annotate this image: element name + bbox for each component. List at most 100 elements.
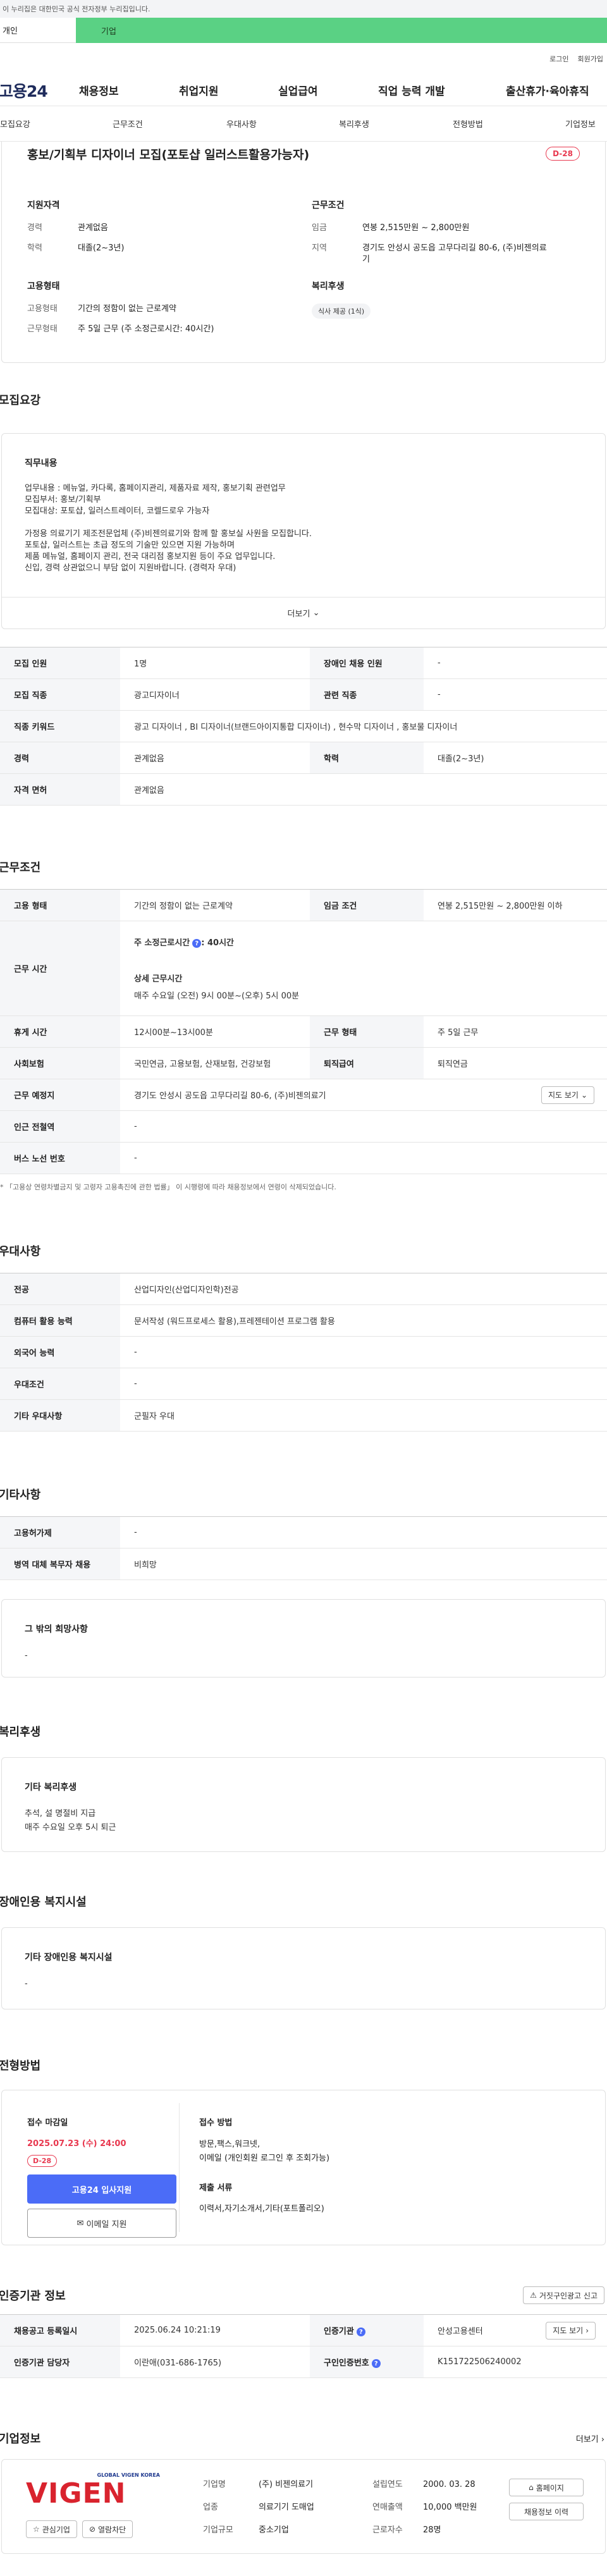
table-row: 병역 대체 복무자 채용 비희망 <box>0 1548 607 1580</box>
company-card: GLOBAL VIGEN KOREA VIGEN ☆ 관심기업 ⊘ 열람차단 기업명… <box>1 2459 606 2554</box>
condition-title: 근무조건 <box>312 200 345 211</box>
tab-recruit[interactable]: 모집요강 <box>0 118 30 130</box>
site-tab-personal[interactable]: 개인 <box>0 18 76 43</box>
table-cell: 군필자 우대 <box>120 1399 607 1432</box>
career-value: 관계없음 <box>78 223 108 233</box>
table-header-cell: 퇴직급여 <box>310 1047 424 1079</box>
cert-map-button[interactable]: 지도 보기 › <box>546 2321 596 2340</box>
docs-title: 제출 서류 <box>199 2183 233 2193</box>
like-company-button[interactable]: ☆ 관심기업 <box>26 2520 77 2538</box>
process-section-title: 전형방법 <box>0 2059 41 2073</box>
gnb-item-employment-support[interactable]: 취업지원 <box>179 82 219 98</box>
job-summary-card: 홍보/기획부 디자이너 모집(포토샵 일러스트활용가능자) D-28 지원자격 … <box>1 142 606 363</box>
table-header-cell: 컴퓨터 활용 능력 <box>0 1304 120 1337</box>
recruit-table: 모집 인원 1명 장애인 채용 인원 - 모집 직종 광고디자이너 관련 직종 … <box>0 647 607 806</box>
table-row: 직종 키워드 광고 디자이너 , BI 디자이너(브랜드아이지통합 디자이너) … <box>0 710 607 742</box>
table-header-cell: 기타 우대사항 <box>0 1399 120 1432</box>
email-apply-button[interactable]: ✉ 이메일 지원 <box>27 2209 176 2238</box>
tab-conditions[interactable]: 근무조건 <box>113 118 143 130</box>
table-cell: 대졸(2~3년) <box>424 742 607 774</box>
tab-company[interactable]: 기업정보 <box>565 118 596 130</box>
welfare-chip: 식사 제공 (1식) <box>312 304 371 319</box>
disabled-value: - <box>25 1979 28 1989</box>
info-icon[interactable]: ? <box>371 2359 381 2369</box>
desc-line <box>25 517 582 529</box>
career-label: 경력 <box>27 223 42 233</box>
report-button[interactable]: ⚠ 거짓구인광고 신고 <box>523 2286 604 2304</box>
wage-value: 연봉 2,515만원 ~ 2,800만원 <box>362 223 470 233</box>
detail-hours-value: 매주 수요일 (오전) 9시 00분~(오후) 5시 00분 <box>134 991 300 1002</box>
disabled-title: 기타 장애인용 복지시설 <box>25 1953 113 1963</box>
map-button[interactable]: 지도 보기 ⌄ <box>541 1086 594 1104</box>
table-cell: - <box>424 678 607 711</box>
gnb-item-jobs[interactable]: 채용정보 <box>79 82 119 98</box>
education-label: 학력 <box>27 243 42 254</box>
disabled-card: 기타 장애인용 복지시설 - <box>1 1927 606 2009</box>
area-value: 경기도 안성시 공도읍 고무다리길 80-6, (주)비젠의료 기 <box>362 243 547 265</box>
method-title: 접수 방법 <box>199 2118 233 2128</box>
block-company-button[interactable]: ⊘ 열람차단 <box>82 2520 133 2538</box>
job-history-button[interactable]: 채용정보 이력 <box>509 2503 584 2520</box>
tab-process[interactable]: 전형방법 <box>453 118 483 130</box>
login-link[interactable]: 로그인 <box>549 54 568 64</box>
info-icon[interactable]: ? <box>192 939 202 948</box>
table-cell: 비희망 <box>120 1548 607 1580</box>
table-header-cell: 인증기관? <box>310 2314 424 2346</box>
gnb-item-unemployment-benefit[interactable]: 실업급여 <box>278 82 318 98</box>
homepage-button[interactable]: ⌂ 홈페이지 <box>509 2479 584 2496</box>
table-cell: 문서작성 (워드프로세스 활용),프레젠테이션 프로그램 활용 <box>120 1304 607 1337</box>
table-cell: 관계없음 <box>120 773 607 806</box>
mail-icon: ✉ <box>77 2218 84 2228</box>
table-header-cell: 경력 <box>0 742 120 774</box>
table-cell: 광고디자이너 <box>120 678 310 711</box>
employment-title: 고용형태 <box>27 281 60 291</box>
etc-table: 고용허가제 - 병역 대체 복무자 채용 비희망 <box>0 1516 607 1580</box>
other-hope-title: 그 밖의 희망사항 <box>25 1624 88 1635</box>
job-title: 홍보/기획부 디자이너 모집(포토샵 일러스트활용가능자) <box>27 148 310 162</box>
join-link[interactable]: 회원가입 <box>578 54 603 64</box>
gnb-item-parental-leave[interactable]: 출산휴가·육아휴직 <box>506 82 589 98</box>
area-label: 지역 <box>312 243 327 254</box>
info-icon[interactable]: ? <box>356 2328 365 2337</box>
desc-line: 신입, 경력 상관없으니 부담 없이 지원바랍니다. (경력자 우대) <box>25 563 236 573</box>
table-row: 고용허가제 - <box>0 1516 607 1549</box>
table-cell: - <box>120 1142 607 1174</box>
table-cell: 2025.06.24 10:21:19 <box>120 2314 310 2346</box>
more-button[interactable]: 더보기 ⌄ <box>2 597 605 629</box>
detail-hours-label: 상세 근무시간 <box>134 974 183 984</box>
gnb-item-training[interactable]: 직업 능력 개발 <box>378 82 445 98</box>
table-header-cell: 버스 노선 번호 <box>0 1142 120 1174</box>
deadline-group: 접수 마감일 2025.07.23 (수) 24:00 D-28 고용24 입사… <box>27 2116 176 2238</box>
benefit-card: 기타 복리후생 추석, 설 명절비 지급 매주 수요일 오후 5시 퇴근 <box>1 1757 606 1852</box>
apply-button[interactable]: 고용24 입사지원 <box>27 2174 176 2204</box>
table-cell: - <box>424 647 607 679</box>
table-header-cell: 근무 형태 <box>310 1015 424 1048</box>
job-description-card: 직무내용 업무내용 : 메뉴얼, 카다록, 홈페이지관리, 제품자료 제작, 홍… <box>1 433 606 629</box>
table-row: 인근 전철역 - <box>0 1110 607 1143</box>
company-more-link[interactable]: 더보기 › <box>576 2432 604 2444</box>
table-row: 근무 예정지 경기도 안성시 공도읍 고무다리길 80-6, (주)비젠의료기 … <box>0 1079 607 1111</box>
table-cell: 산업디자인(산업디자인학)전공 <box>120 1273 607 1305</box>
table-cell: - <box>120 1368 607 1400</box>
work-place-cell: 경기도 안성시 공도읍 고무다리길 80-6, (주)비젠의료기 지도 보기 ⌄ <box>120 1079 607 1111</box>
table-row: 근무 시간 주 소정근로시간?: 40시간 상세 근무시간 매주 수요일 (오전… <box>0 921 607 1016</box>
table-header-cell: 사회보험 <box>0 1047 120 1079</box>
tab-benefits[interactable]: 복리후생 <box>339 118 369 130</box>
preference-table: 전공 산업디자인(산업디자인학)전공 컴퓨터 활용 능력 문서작성 (워드프로세스 … <box>0 1273 607 1432</box>
utility-bar: 로그인 회원가입 <box>0 43 607 75</box>
site-tab-company[interactable]: 기업 <box>76 18 607 43</box>
etc-section-title: 기타사항 <box>0 1488 41 1502</box>
table-header-cell: 채용공고 등록일시 <box>0 2314 120 2346</box>
report-icon: ⚠ <box>530 2291 537 2300</box>
company-logo: GLOBAL VIGEN KOREA VIGEN <box>26 2472 178 2510</box>
table-cell: 연봉 2,515만원 ~ 2,800만원 이하 <box>424 889 607 921</box>
table-header-cell: 인증기관 담당자 <box>0 2346 120 2378</box>
tab-preference[interactable]: 우대사항 <box>226 118 257 130</box>
table-cell: K151722506240002 <box>424 2346 607 2378</box>
chevron-down-icon: ⌄ <box>580 1090 587 1100</box>
desc-line: 모집대상: 포토샵, 일러스트레이터, 코렐드로우 가능자 <box>25 506 210 516</box>
table-row: 모집 인원 1명 장애인 채용 인원 - <box>0 647 607 679</box>
home-icon: ⌂ <box>529 2483 534 2492</box>
table-header-cell: 임금 조건 <box>310 889 424 921</box>
site-logo[interactable]: 고용24 <box>0 79 48 102</box>
